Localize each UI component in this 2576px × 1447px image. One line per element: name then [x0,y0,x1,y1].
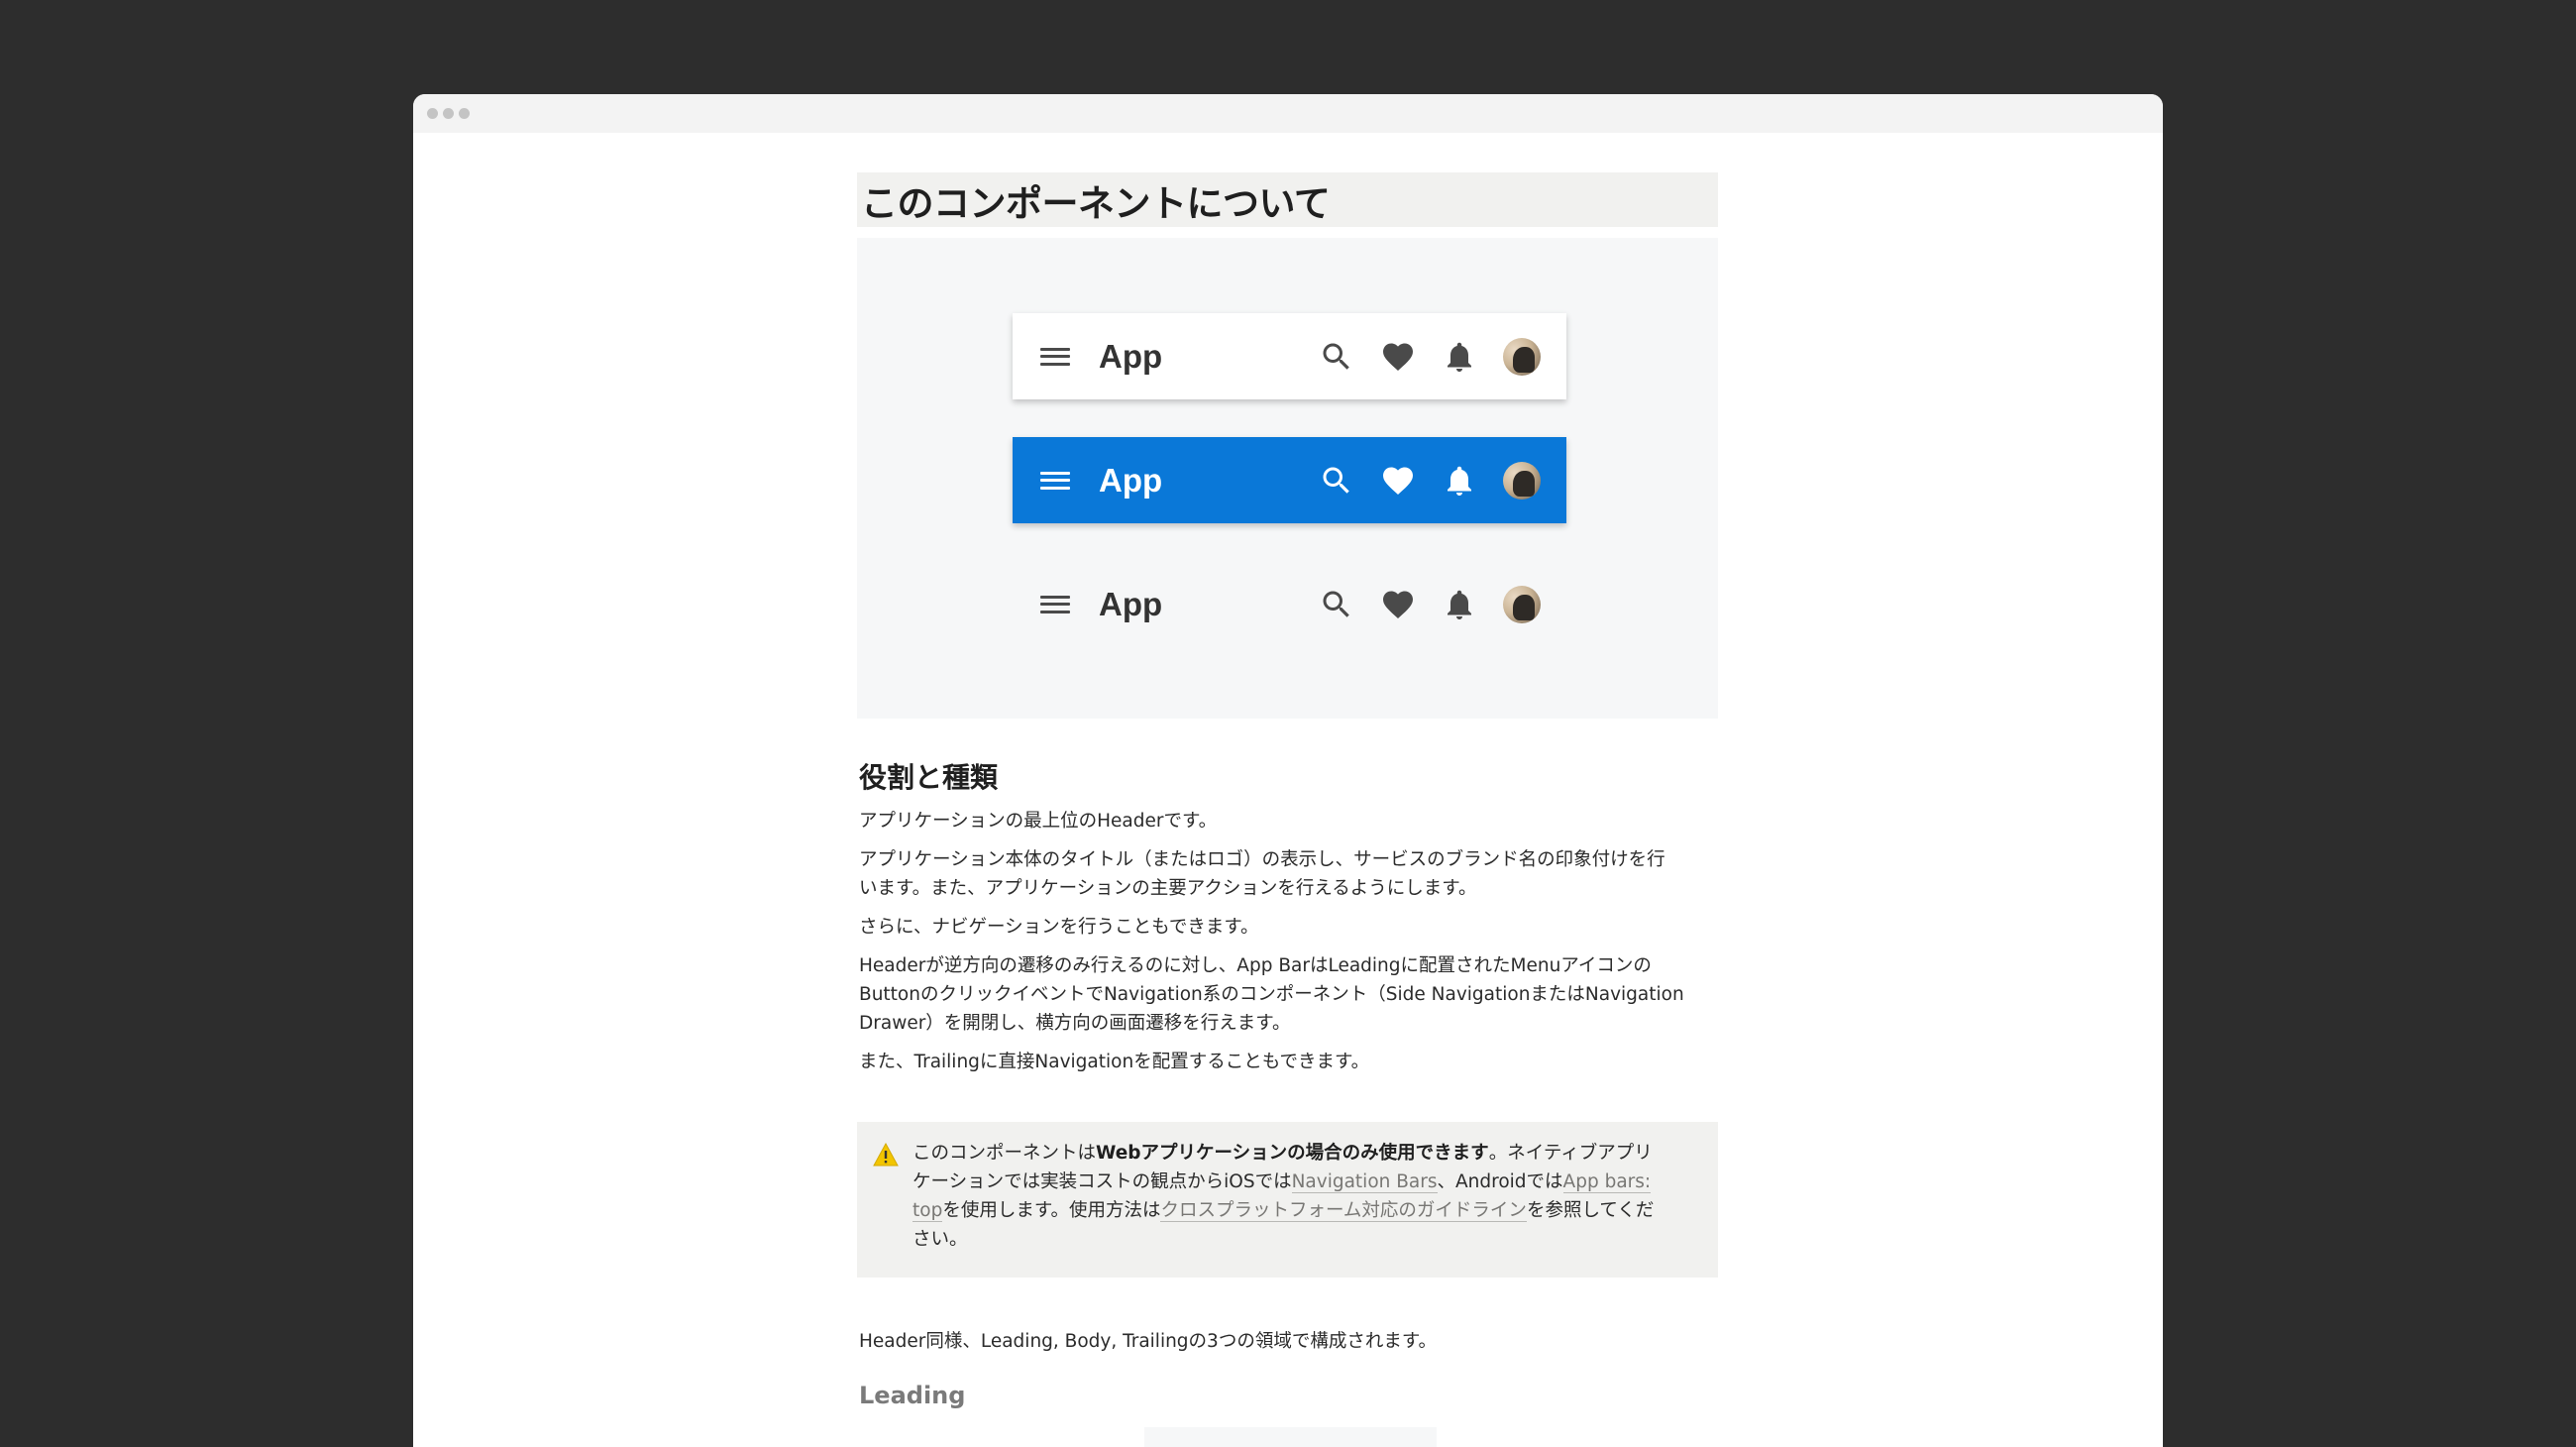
avatar[interactable] [1503,337,1541,376]
leading-preview [1144,1427,1437,1447]
browser-window: このコンポーネントについて App App App 役割と種類 アプリケーション… [413,94,2163,1447]
warning-icon [873,1143,899,1167]
link-navigation-bars[interactable]: Navigation Bars [1291,1171,1438,1193]
appbar-title: App [1099,461,1163,499]
paragraph: さらに、ナビゲーションを行うこともできます。 [859,917,1259,938]
window-control-dot[interactable] [459,108,470,119]
link-app-bars-top[interactable]: App bars: [1562,1171,1652,1193]
bell-icon[interactable] [1442,463,1477,499]
bell-icon[interactable] [1442,587,1477,622]
appbar-blue: App [1013,437,1566,523]
section-heading: 役割と種類 [859,761,999,794]
window-titlebar [413,94,2163,133]
menu-icon[interactable] [1040,593,1070,616]
warning-callout: このコンポーネントはWebアプリケーションの場合のみ使用できます。ネイティブアプ… [857,1122,1718,1278]
appbar-actions [1319,337,1541,376]
paragraph: Headerが逆方向の遷移のみ行えるのに対し、App BarはLeadingに配… [859,955,1684,1034]
paragraph: アプリケーション本体のタイトル（またはロゴ）の表示し、サービスのブランド名の印象… [859,849,1665,899]
page-title-block: このコンポーネントについて [857,172,1718,227]
heart-icon[interactable] [1380,339,1416,375]
avatar[interactable] [1503,585,1541,623]
heart-icon[interactable] [1380,587,1416,622]
heart-icon[interactable] [1380,463,1416,499]
appbar-actions [1319,585,1541,623]
page-title: このコンポーネントについて [861,181,1331,225]
paragraph: Header同様、Leading, Body, Trailingの3つの領域で構… [859,1331,1437,1352]
paragraph: アプリケーションの最上位のHeaderです。 [859,811,1218,832]
callout-text: このコンポーネントはWebアプリケーションの場合のみ使用できます。ネイティブアプ… [912,1143,1655,1250]
appbar-white: App [1013,313,1566,399]
window-control-dot[interactable] [443,108,454,119]
paragraph: また、Trailingに直接Navigationを配置することもできます。 [859,1052,1370,1072]
menu-icon[interactable] [1040,469,1070,493]
window-control-dot[interactable] [427,108,438,119]
appbar-flat: App [1013,561,1566,647]
search-icon[interactable] [1319,339,1354,375]
appbar-title: App [1099,337,1163,375]
appbar-preview: App App App [857,238,1718,719]
menu-icon[interactable] [1040,345,1070,369]
link-cross-platform-guideline[interactable]: クロスプラットフォーム対応のガイドライン [1160,1200,1527,1222]
appbar-title: App [1099,585,1163,622]
bell-icon[interactable] [1442,339,1477,375]
avatar[interactable] [1503,461,1541,500]
page-content: このコンポーネントについて App App App 役割と種類 アプリケーション… [857,172,1718,1409]
search-icon[interactable] [1319,463,1354,499]
appbar-actions [1319,461,1541,500]
subsection-heading: Leading [859,1382,966,1409]
search-icon[interactable] [1319,587,1354,622]
link-app-bars-top-cont[interactable]: top [912,1200,943,1222]
